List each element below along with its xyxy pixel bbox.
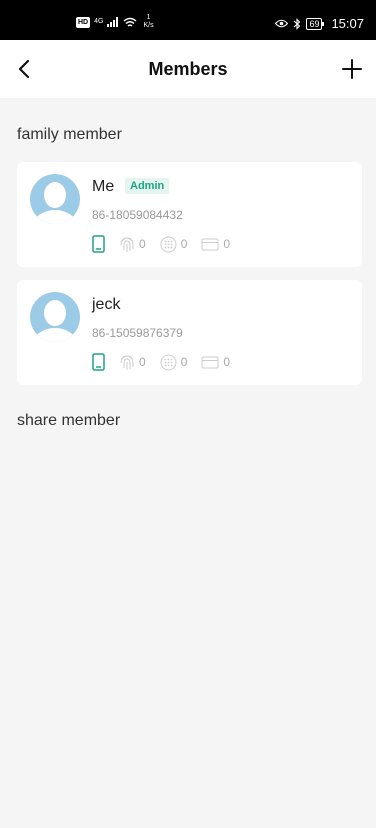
fingerprint-icon xyxy=(120,355,134,370)
network-type: 4G xyxy=(94,18,104,25)
page-title: Members xyxy=(148,59,228,79)
mobile-phone-icon xyxy=(92,235,105,253)
wifi-icon xyxy=(124,17,137,27)
family-member-section-title: family member xyxy=(17,126,122,143)
fingerprint-count: 0 xyxy=(139,355,146,369)
password-count: 0 xyxy=(180,237,188,251)
fingerprint-icon xyxy=(120,237,134,252)
credential-row: 0 0 0 xyxy=(92,235,244,253)
net-speed-unit: K/s xyxy=(143,22,154,29)
avatar-person-icon xyxy=(33,300,77,342)
add-member-button[interactable] xyxy=(336,53,368,85)
fingerprint-credential: 0 xyxy=(119,353,146,371)
status-right: 69 15:07 xyxy=(275,16,364,31)
card-credential: 0 xyxy=(201,237,230,251)
member-card-jeck[interactable]: jeck 86-15059876379 0 0 0 xyxy=(17,280,362,385)
status-time: 15:07 xyxy=(331,16,364,31)
member-name: jeck xyxy=(92,296,121,313)
app-header: Members xyxy=(0,40,376,98)
share-member-section-title: share member xyxy=(17,412,121,429)
plus-icon xyxy=(342,59,362,79)
member-name: Me xyxy=(92,178,115,195)
password-credential: 0 xyxy=(160,354,188,371)
bluetooth-icon xyxy=(294,17,301,30)
eye-icon xyxy=(275,19,289,28)
card-icon xyxy=(201,356,219,368)
card-count: 0 xyxy=(223,237,231,251)
member-card-me[interactable]: Me Admin 86-18059084432 0 0 0 xyxy=(17,162,362,267)
avatar xyxy=(30,292,80,342)
password-count: 0 xyxy=(180,355,188,369)
card-icon xyxy=(201,238,219,250)
keypad-icon xyxy=(160,354,177,370)
admin-badge: Admin xyxy=(125,178,170,194)
battery-indicator: 69 xyxy=(306,17,325,30)
net-speed-value: 1 xyxy=(146,14,151,21)
avatar xyxy=(30,174,80,224)
credential-row: 0 0 0 xyxy=(92,353,244,371)
phone-credential xyxy=(92,353,105,371)
card-count: 0 xyxy=(223,355,231,369)
fingerprint-credential: 0 xyxy=(119,235,146,253)
status-left: HD 4G 1 K/s xyxy=(76,14,154,30)
member-phone: 86-18059084432 xyxy=(92,208,183,222)
card-credential: 0 xyxy=(201,355,230,369)
keypad-icon xyxy=(160,236,177,252)
status-bar: HD 4G 1 K/s 69 15:07 xyxy=(0,0,376,40)
hd-badge: HD xyxy=(76,16,91,28)
net-speed: 1 K/s xyxy=(143,14,153,30)
fingerprint-count: 0 xyxy=(139,237,146,251)
signal-icon xyxy=(107,17,119,27)
member-phone: 86-15059876379 xyxy=(92,326,183,340)
avatar-person-icon xyxy=(33,182,77,224)
phone-credential xyxy=(92,235,105,253)
mobile-phone-icon xyxy=(92,353,105,371)
password-credential: 0 xyxy=(160,236,188,253)
